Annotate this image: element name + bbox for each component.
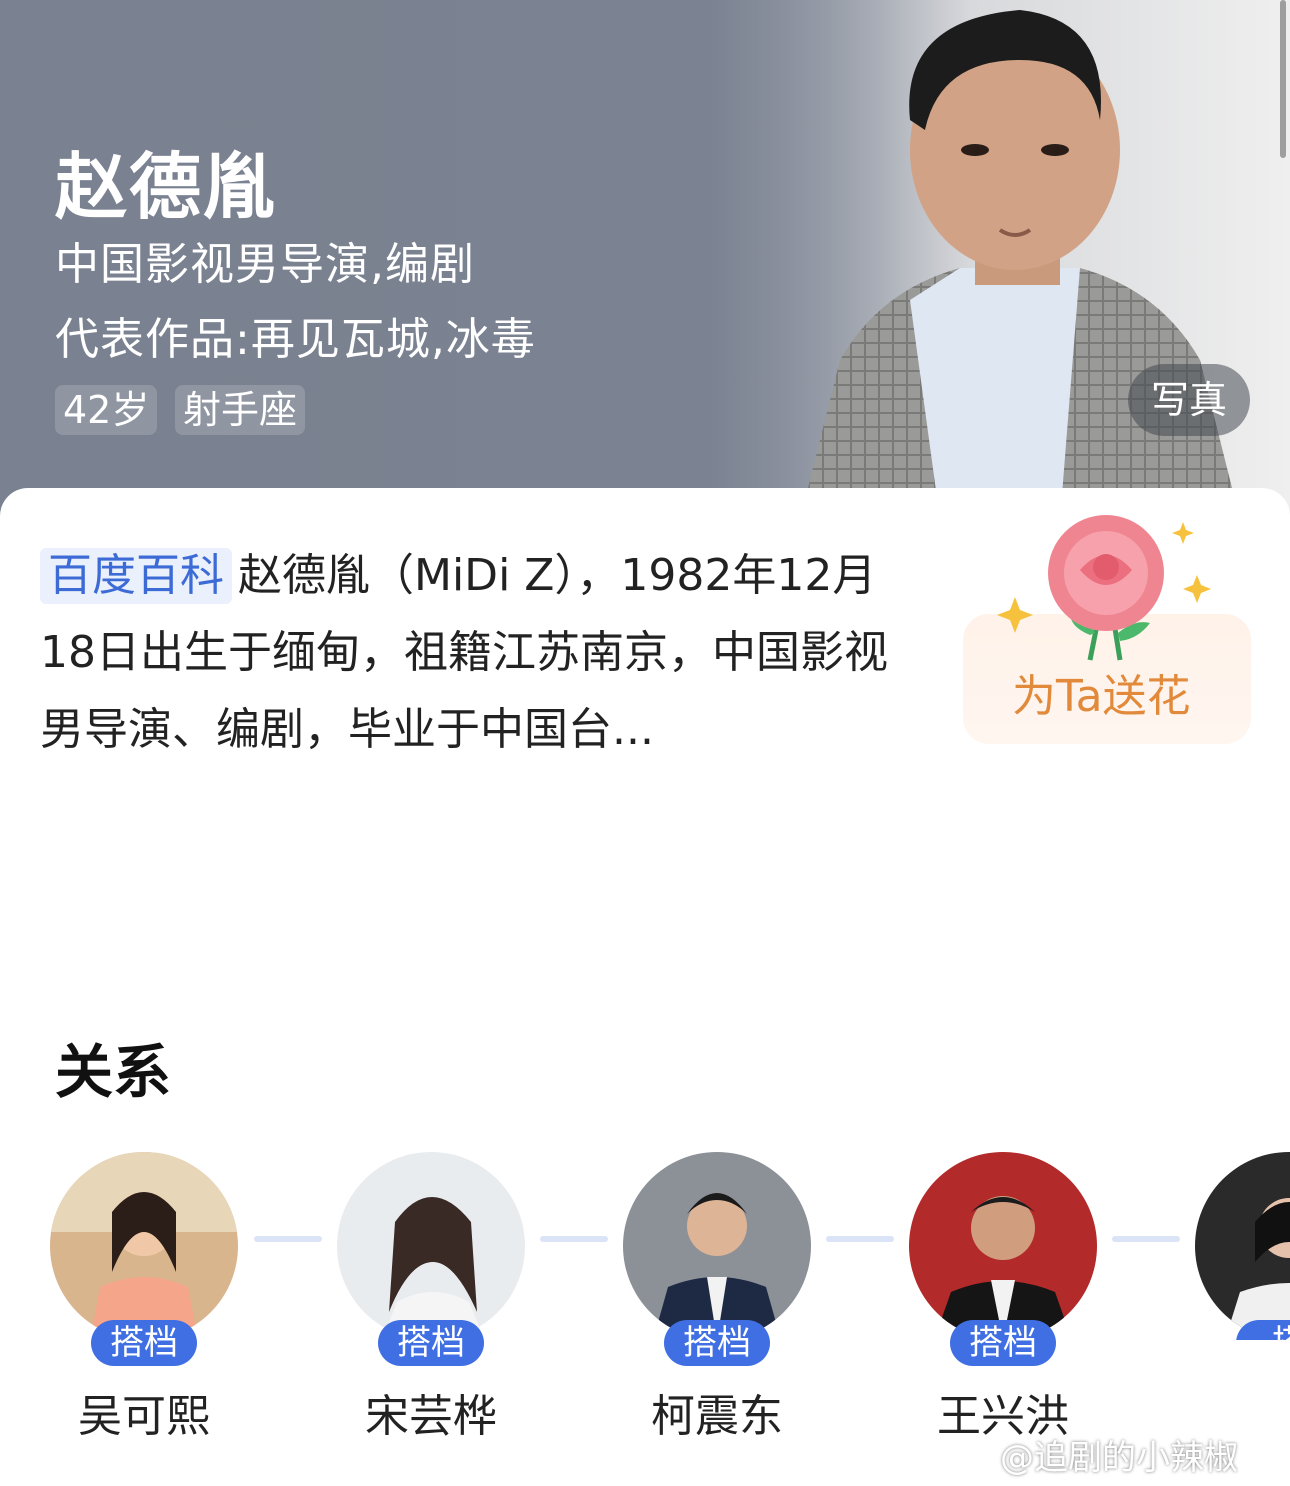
relation-item[interactable]: 搭档 王兴洪 <box>909 1152 1097 1442</box>
relation-item[interactable]: 搭 赵丽 <box>1195 1152 1290 1340</box>
relation-badge: 搭档 <box>378 1320 484 1366</box>
relation-badge: 搭档 <box>950 1320 1056 1366</box>
scrollbar[interactable] <box>1280 0 1286 158</box>
baike-source-tag[interactable]: 百度百科 <box>40 548 232 604</box>
relation-name: 宋芸桦 <box>365 1391 497 1442</box>
relation-name: 吴可熙 <box>78 1391 210 1442</box>
avatar <box>1195 1152 1290 1340</box>
connector-line <box>540 1236 608 1242</box>
relation-item[interactable]: 搭档 吴可熙 <box>50 1152 238 1442</box>
relation-badge: 搭档 <box>91 1320 197 1366</box>
profile-header: 赵德胤 中国影视男导演,编剧 代表作品:再见瓦城,冰毒 42岁 射手座 写真 <box>0 0 1290 520</box>
relation-item[interactable]: 搭档 宋芸桦 <box>337 1152 525 1442</box>
person-name: 赵德胤 <box>55 145 278 229</box>
rose-icon <box>997 515 1211 661</box>
relation-badge: 搭档 <box>664 1320 770 1366</box>
relation-item[interactable]: 搭档 柯震东 <box>623 1152 811 1442</box>
avatar <box>623 1152 811 1340</box>
summary-paragraph[interactable]: 百度百科 赵德胤（MiDi Z），1982年12月18日出生于缅甸，祖籍江苏南京，… <box>40 537 890 768</box>
avatar <box>909 1152 1097 1340</box>
relations-title: 关系 <box>55 1038 172 1106</box>
send-flower-label: 为Ta送花 <box>1012 671 1191 722</box>
avatar <box>50 1152 238 1340</box>
connector-line <box>254 1236 322 1242</box>
avatar <box>337 1152 525 1340</box>
representative-works: 代表作品:再见瓦城,冰毒 <box>55 314 536 365</box>
relation-name: 柯震东 <box>651 1391 783 1442</box>
connector-line <box>826 1236 894 1242</box>
zodiac-tag: 射手座 <box>175 385 306 435</box>
connector-line <box>1112 1236 1180 1242</box>
occupation-text: 中国影视男导演,编剧 <box>55 239 475 290</box>
weibo-watermark: @追剧的小辣椒 <box>1000 1438 1238 1478</box>
photo-gallery-button[interactable]: 写真 <box>1128 364 1250 436</box>
profile-photo[interactable] <box>760 0 1290 520</box>
age-tag: 42岁 <box>55 385 158 435</box>
